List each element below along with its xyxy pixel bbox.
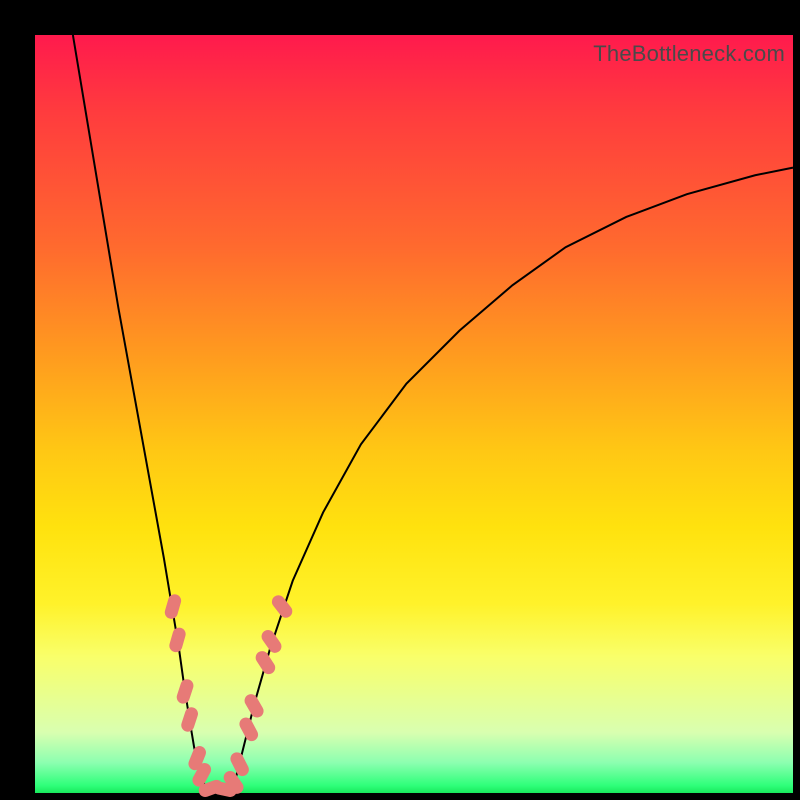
chart-svg: [35, 35, 793, 793]
highlight-marker: [238, 716, 260, 743]
highlight-marker: [168, 627, 186, 653]
curve-left-branch: [73, 35, 207, 789]
chart-frame: TheBottleneck.com: [0, 0, 800, 800]
marker-group: [164, 593, 294, 798]
highlight-marker: [180, 706, 199, 733]
highlight-marker: [260, 628, 284, 655]
highlight-marker: [270, 593, 294, 619]
curve-right-branch: [232, 168, 793, 790]
highlight-marker: [176, 678, 195, 705]
highlight-marker: [254, 649, 277, 676]
highlight-marker: [164, 593, 182, 619]
chart-plot-area: TheBottleneck.com: [35, 35, 793, 793]
highlight-marker: [243, 692, 265, 719]
